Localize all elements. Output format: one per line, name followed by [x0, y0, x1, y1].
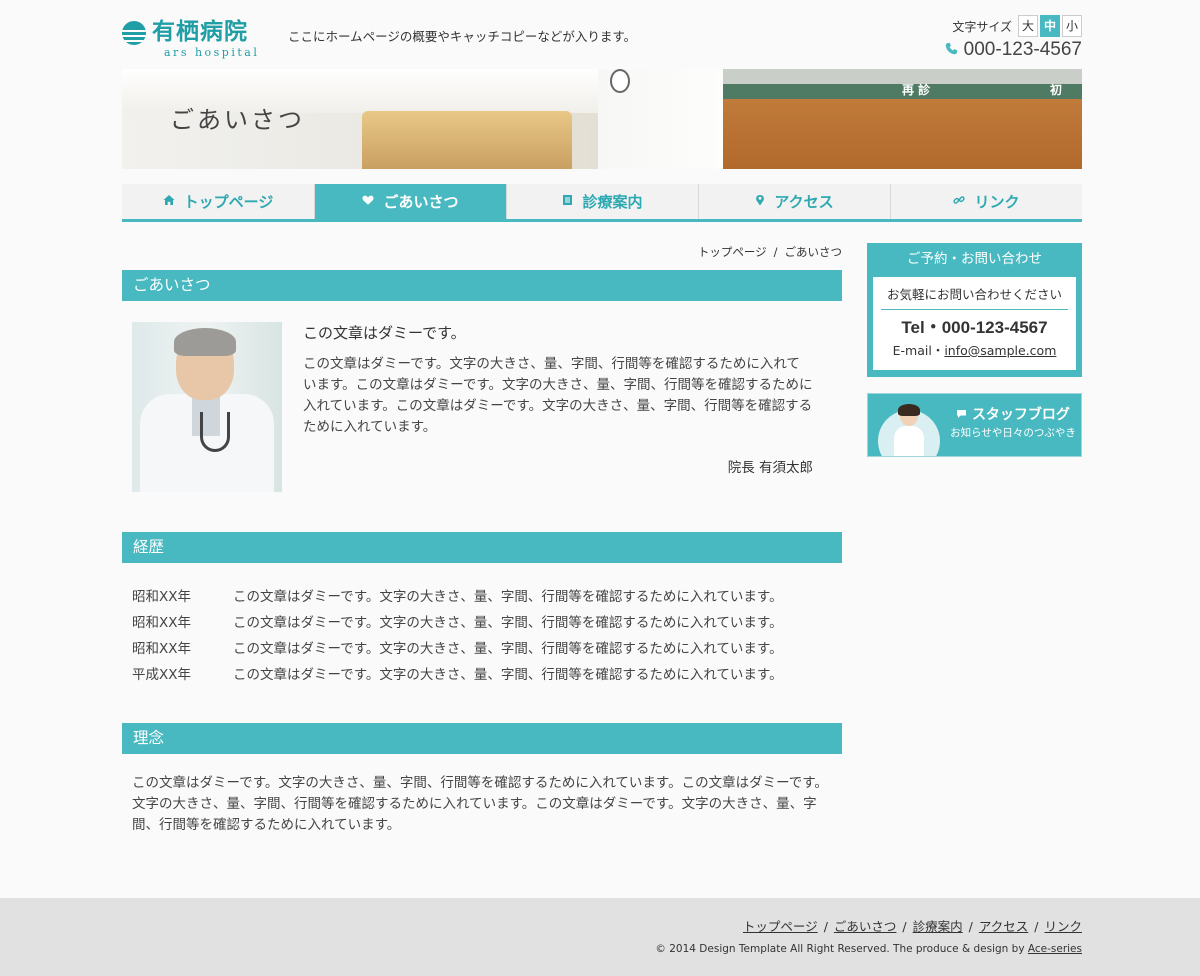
history-year: 昭和XX年 — [132, 615, 191, 631]
stethoscope-icon — [200, 412, 230, 452]
speech-bubble-icon — [957, 410, 967, 418]
nav-item-label: アクセス — [774, 193, 834, 211]
nav-item-greeting[interactable]: ごあいさつ — [314, 184, 506, 219]
map-pin-icon — [755, 194, 765, 209]
global-nav: トップページ ごあいさつ 診療案内 アクセス リンク — [122, 184, 1082, 222]
document-icon — [562, 194, 573, 209]
footer-separator: / — [902, 919, 907, 934]
site-header: 有栖病院 ars hospital ここにホームページの概要やキャッチコピーなど… — [122, 0, 1082, 69]
nav-item-label: リンク — [974, 193, 1020, 211]
site-logo[interactable]: 有栖病院 ars hospital — [122, 17, 272, 61]
history-text: この文章はダミーです。文字の大きさ、量、字間、行間等を確認するために入れています… — [233, 667, 783, 683]
greeting-lead: この文章はダミーです。 — [303, 324, 466, 342]
contact-mail-link[interactable]: info@sample.com — [944, 343, 1056, 358]
hero-sign-text: 再 診 — [902, 83, 931, 97]
history-row: 昭和XX年 この文章はダミーです。文字の大きさ、量、字間、行間等を確認するために… — [132, 608, 832, 634]
footer-link-link[interactable]: リンク — [1044, 919, 1082, 934]
fontsize-large-button[interactable]: 大 — [1018, 15, 1038, 37]
history-year: 平成XX年 — [132, 667, 191, 683]
hero-reception-counter — [362, 111, 572, 169]
footer-link-medical[interactable]: 診療案内 — [913, 919, 963, 934]
hero-clock-icon — [610, 69, 630, 93]
nav-item-link[interactable]: リンク — [890, 184, 1082, 219]
header-tel: 000-123-4567 — [945, 38, 1082, 62]
greeting-body: この文章はダミーです。文字の大きさ、量、字間、行間等を確認するために入れています… — [303, 356, 813, 435]
heart-icon — [362, 194, 374, 209]
contact-inner: お気軽にお問い合わせください Tel・000-123-4567 E-mail・i… — [873, 277, 1076, 370]
history-year: 昭和XX年 — [132, 641, 191, 657]
history-row: 昭和XX年 この文章はダミーです。文字の大きさ、量、字間、行間等を確認するために… — [132, 634, 832, 660]
history-text: この文章はダミーです。文字の大きさ、量、字間、行間等を確認するために入れています… — [233, 589, 783, 605]
contact-title: ご予約・お問い合わせ — [907, 251, 1042, 267]
breadcrumb-current: ごあいさつ — [784, 245, 843, 259]
link-icon — [953, 194, 966, 209]
history-list: 昭和XX年 この文章はダミーです。文字の大きさ、量、字間、行間等を確認するために… — [132, 582, 832, 686]
staff-blog-title-text: スタッフブログ — [971, 407, 1070, 423]
history-year: 昭和XX年 — [132, 589, 191, 605]
staff-blog-banner[interactable]: スタッフブログ お知らせや日々のつぶやき — [867, 393, 1082, 457]
director-signature: 院長 有須太郎 — [727, 460, 813, 476]
nurse-illustration — [892, 402, 926, 456]
header-tel-number: 000-123-4567 — [963, 39, 1082, 60]
footer-link-access[interactable]: アクセス — [979, 919, 1028, 934]
copyright-text: © 2014 Design Template All Right Reserve… — [655, 943, 1028, 955]
footer-separator: / — [823, 919, 828, 934]
section-heading-philosophy: 理念 — [122, 723, 842, 754]
history-row: 昭和XX年 この文章はダミーです。文字の大きさ、量、字間、行間等を確認するために… — [132, 582, 832, 608]
footer-link-greeting[interactable]: ごあいさつ — [834, 919, 897, 934]
nav-item-label: トップページ — [183, 193, 274, 211]
breadcrumb-separator: / — [773, 245, 778, 259]
contact-box: ご予約・お問い合わせ お気軽にお問い合わせください Tel・000-123-45… — [867, 243, 1082, 377]
history-text: この文章はダミーです。文字の大きさ、量、字間、行間等を確認するために入れています… — [233, 641, 783, 657]
nav-item-top[interactable]: トップページ — [122, 184, 314, 219]
copyright: © 2014 Design Template All Right Reserve… — [655, 941, 1082, 957]
philosophy-body: この文章はダミーです。文字の大きさ、量、字間、行間等を確認するために入れています… — [132, 775, 828, 833]
footer-nav: トップページ / ごあいさつ / 診療案内 / アクセス / リンク — [743, 918, 1082, 936]
history-text: この文章はダミーです。文字の大きさ、量、字間、行間等を確認するために入れています… — [233, 615, 783, 631]
catchcopy: ここにホームページの概要やキャッチコピーなどが入ります。 — [288, 29, 637, 44]
breadcrumb: トップページ / ごあいさつ — [698, 244, 842, 260]
director-photo — [132, 322, 282, 492]
hero-title: ごあいさつ — [170, 106, 305, 134]
hero-sign-text: 初 — [1050, 83, 1063, 97]
page-hero: 再 診 初 ごあいさつ — [122, 69, 1082, 169]
fontsize-switcher: 文字サイズ 大 中 小 — [952, 14, 1082, 38]
fontsize-small-button[interactable]: 小 — [1062, 15, 1082, 37]
phone-icon — [945, 38, 958, 62]
fontsize-medium-button[interactable]: 中 — [1040, 15, 1060, 37]
nav-item-label: ごあいさつ — [383, 193, 459, 211]
breadcrumb-link-top[interactable]: トップページ — [698, 245, 767, 259]
footer-link-top[interactable]: トップページ — [743, 919, 818, 934]
nav-item-label: 診療案内 — [582, 193, 643, 211]
logo-name: 有栖病院 — [152, 18, 248, 45]
staff-blog-title: スタッフブログ — [948, 406, 1078, 424]
site-footer: トップページ / ごあいさつ / 診療案内 / アクセス / リンク © 2014 Design… — [0, 898, 1200, 976]
footer-separator: / — [968, 919, 973, 934]
section-heading-greeting: ごあいさつ — [122, 270, 842, 301]
contact-tel: Tel・000-123-4567 — [901, 318, 1048, 337]
nav-item-access[interactable]: アクセス — [698, 184, 890, 219]
copyright-link[interactable]: Ace-series — [1028, 943, 1082, 955]
staff-blog-subtitle: お知らせや日々のつぶやき — [950, 427, 1076, 439]
contact-mail: E-mail・info@sample.com — [873, 342, 1076, 360]
nav-item-medical[interactable]: 診療案内 — [506, 184, 698, 219]
greeting-text: この文章はダミーです。 この文章はダミーです。文字の大きさ、量、字間、行間等を確… — [303, 322, 813, 438]
fontsize-label: 文字サイズ — [952, 19, 1012, 34]
contact-lead: お気軽にお問い合わせください — [881, 285, 1068, 310]
logo-subtitle: ars hospital — [164, 46, 260, 59]
footer-separator: / — [1034, 919, 1039, 934]
section-heading-history: 経歴 — [122, 532, 842, 563]
logo-mark-icon — [122, 21, 146, 45]
home-icon — [163, 194, 175, 209]
history-row: 平成XX年 この文章はダミーです。文字の大きさ、量、字間、行間等を確認するために… — [132, 660, 832, 686]
contact-mail-label: E-mail・ — [892, 343, 945, 358]
